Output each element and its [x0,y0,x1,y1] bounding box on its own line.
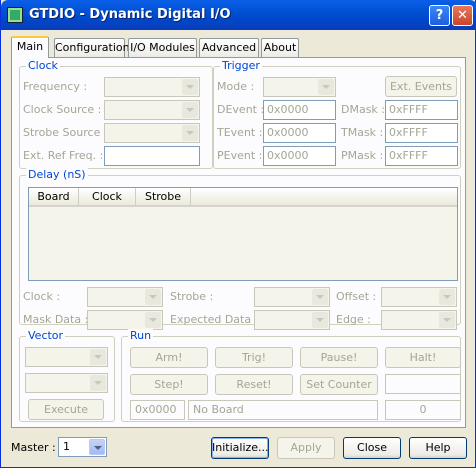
master-label: Master : [11,441,56,454]
tevent-label: TEvent : [217,126,263,139]
mask-data-label: Mask Data : [23,313,89,326]
edge-combo[interactable] [381,310,457,330]
offset-label: Offset : [336,290,377,303]
help-button[interactable]: Help [409,437,467,459]
chevron-down-icon [312,312,328,328]
clock-group-title: Clock [26,59,60,72]
clock-source-label: Clock Source : [23,103,102,116]
arm-button[interactable]: Arm! [130,347,208,368]
run-group: Run Arm! Trig! Pause! Halt! Step! Reset!… [121,329,461,422]
chevron-down-icon [145,289,161,305]
chevron-down-icon [89,439,105,455]
edge-label: Edge : [336,313,371,326]
ext-ref-freq-input[interactable] [104,146,200,166]
set-counter-button[interactable]: Set Counter [300,374,378,395]
ext-events-button[interactable]: Ext. Events [385,76,457,97]
frequency-combo[interactable] [104,77,200,97]
status-count: 0 [385,400,461,420]
pause-button[interactable]: Pause! [300,347,378,368]
pevent-input[interactable]: 0x0000 [263,146,336,166]
chevron-down-icon [318,79,334,95]
pmask-label: PMask : [341,149,384,162]
tmask-input[interactable]: 0xFFFF [385,123,458,143]
tab-about[interactable]: About [261,38,299,57]
tab-io-modules[interactable]: I/O Modules [128,38,197,57]
expected-data-label: Expected Data : [170,313,259,326]
strobe-source-combo[interactable] [104,123,200,143]
delay-group-title: Delay (nS) [26,168,88,181]
close-button[interactable]: Close [343,437,401,459]
trig-button[interactable]: Trig! [215,347,293,368]
ext-ref-freq-label: Ext. Ref Freq. : [23,149,104,162]
clock-group: Clock Frequency : Clock Source : Strobe … [19,59,213,169]
column-clock[interactable]: Clock [79,188,136,205]
tab-main[interactable]: Main [11,36,49,58]
apply-button[interactable]: Apply [277,437,335,459]
delay-strobe-label: Strobe : [170,290,214,303]
status-hex: 0x0000 [130,400,185,420]
vector-group: Vector Execute [19,329,115,422]
offset-combo[interactable] [381,287,457,307]
halt-button[interactable]: Halt! [385,347,461,368]
column-strobe[interactable]: Strobe [136,188,191,205]
devent-input[interactable]: 0x0000 [263,100,336,120]
pmask-input[interactable]: 0xFFFF [385,146,458,166]
master-value: 1 [63,440,70,453]
chevron-down-icon [182,125,198,141]
dmask-input[interactable]: 0xFFFF [385,100,458,120]
dmask-label: DMask : [341,103,386,116]
delay-clock-combo[interactable] [87,287,163,307]
title-bar[interactable]: GTDIO - Dynamic Digital I/O ? ✕ [1,0,476,30]
window-title: GTDIO - Dynamic Digital I/O [29,7,231,22]
chevron-down-icon [90,375,106,391]
delay-clock-label: Clock : [23,290,61,303]
tab-configuration[interactable]: Configuration [54,38,130,57]
strobe-source-label: Strobe Source : [23,126,108,139]
chevron-down-icon [90,349,106,365]
list-header: Board Clock Strobe [29,188,457,207]
expected-data-combo[interactable] [254,310,330,330]
trigger-group: Trigger Mode : Ext. Events DEvent : 0x00… [213,59,461,169]
execute-button[interactable]: Execute [28,399,104,420]
delay-list-view[interactable]: Board Clock Strobe [28,187,458,281]
tevent-input[interactable]: 0x0000 [263,123,336,143]
trigger-group-title: Trigger [220,59,262,72]
chevron-down-icon [182,79,198,95]
chevron-down-icon [312,289,328,305]
status-board: No Board [188,400,378,420]
vector-combo-2[interactable] [25,373,108,393]
delay-group: Delay (nS) Board Clock Strobe Clock : St… [19,168,461,330]
pevent-label: PEvent : [217,149,263,162]
chevron-down-icon [182,102,198,118]
vector-group-title: Vector [26,329,66,342]
vector-combo-1[interactable] [25,347,108,367]
initialize-button[interactable]: Initialize... [211,437,269,459]
chevron-down-icon [439,289,455,305]
tmask-label: TMask : [341,126,384,139]
chevron-down-icon [439,312,455,328]
delay-strobe-combo[interactable] [254,287,330,307]
step-button[interactable]: Step! [130,374,208,395]
mode-combo[interactable] [263,77,336,97]
tab-advanced[interactable]: Advanced [199,38,259,57]
mask-data-combo[interactable] [87,310,163,330]
mode-label: Mode : [217,80,255,93]
chevron-down-icon [145,312,161,328]
main-tab-panel: Clock Frequency : Clock Source : Strobe … [11,57,466,428]
title-help-button[interactable]: ? [429,5,450,26]
title-close-button[interactable]: ✕ [452,5,473,26]
frequency-label: Frequency : [23,80,88,93]
counter-input[interactable] [385,374,461,394]
master-combo[interactable]: 1 [58,437,107,457]
devent-label: DEvent : [217,103,265,116]
dialog-window: GTDIO - Dynamic Digital I/O ? ✕ Main Con… [0,0,476,468]
clock-source-combo[interactable] [104,100,200,120]
app-icon [7,7,23,23]
column-board[interactable]: Board [29,188,79,205]
run-group-title: Run [128,329,154,342]
reset-button[interactable]: Reset! [215,374,293,395]
